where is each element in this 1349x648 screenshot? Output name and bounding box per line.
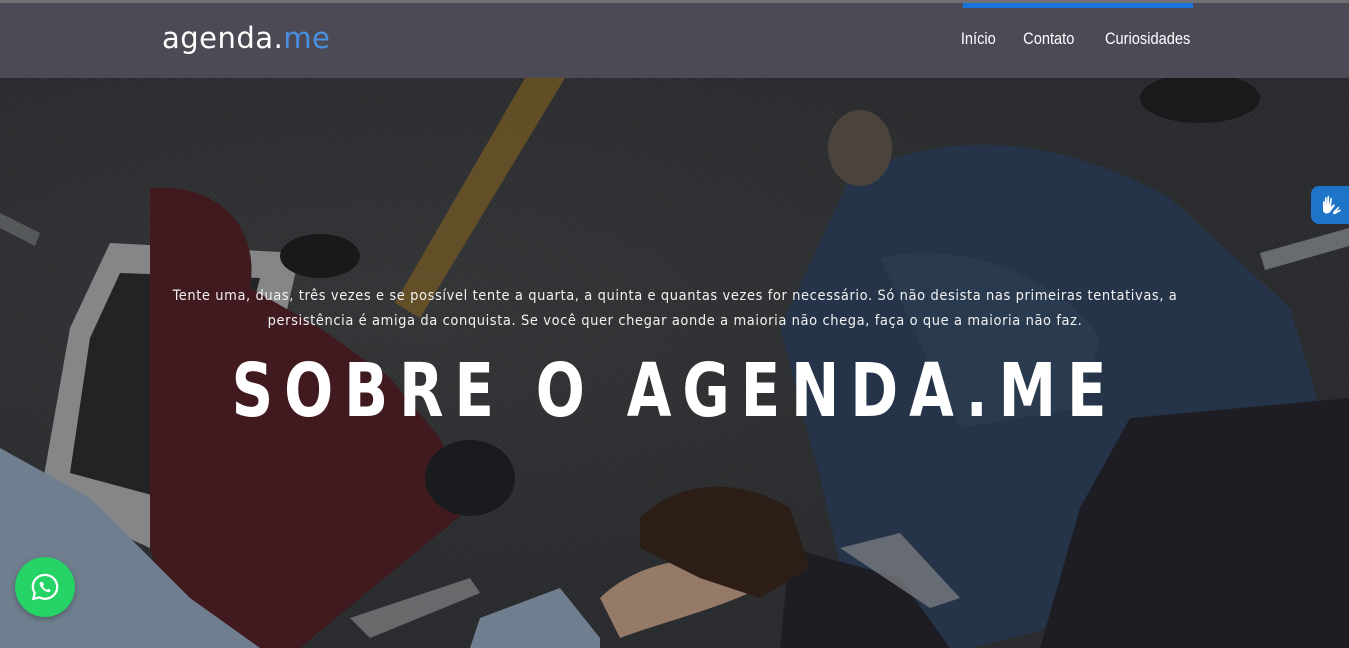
whatsapp-icon: [31, 573, 59, 601]
whatsapp-button[interactable]: [15, 557, 75, 617]
main-nav: Início Contato Curiosidades: [961, 29, 1193, 49]
brand-name-main: agenda.: [162, 21, 284, 55]
nav-active-indicator: [963, 3, 1193, 8]
hero-quote-line-2: persistência é amiga da conquista. Se vo…: [267, 313, 1083, 329]
accessibility-button[interactable]: [1311, 186, 1349, 224]
navbar: agenda.me Início Contato Curiosidades: [0, 3, 1349, 78]
hero-quote-line-1: Tente uma, duas, três vezes e se possíve…: [172, 288, 1178, 304]
nav-item-contato[interactable]: Contato: [1023, 29, 1074, 49]
brand-logo[interactable]: agenda.me: [162, 21, 330, 55]
brand-name-accent: me: [283, 21, 331, 55]
nav-item-inicio[interactable]: Início: [961, 29, 996, 49]
hero-quote: Tente uma, duas, três vezes e se possíve…: [160, 284, 1190, 334]
sign-language-icon: [1323, 195, 1341, 215]
hero-title: SOBRE O AGENDA.ME: [231, 348, 1118, 434]
nav-item-curiosidades[interactable]: Curiosidades: [1105, 29, 1190, 49]
hero-section: Tente uma, duas, três vezes e se possíve…: [0, 78, 1349, 648]
